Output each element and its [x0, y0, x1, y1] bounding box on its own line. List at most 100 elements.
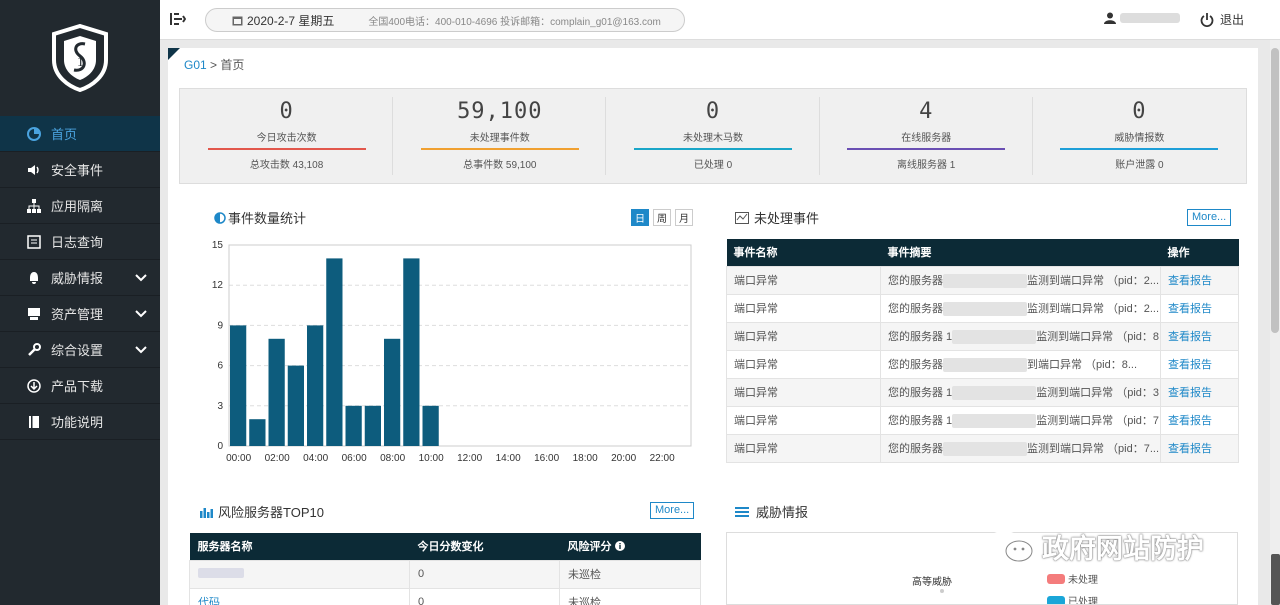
table-row: 端口异常 您的服务器 1 监测到端口异常 （pid：3... 查看报告	[726, 377, 1239, 407]
half-circle-icon	[214, 211, 226, 224]
risk-servers-table: 服务器名称 今日分数变化 风险评分 0 未巡检 代码 0 未巡检	[189, 533, 701, 605]
y-tick-label: 12	[212, 280, 224, 291]
sidebar-item-label: 资产管理	[51, 307, 104, 322]
score-change: 0	[409, 559, 560, 589]
summary-suffix: 监测到端口异常 （pid：7...	[1027, 442, 1160, 455]
bar-09:00	[403, 258, 420, 446]
bar-06:00	[345, 405, 362, 446]
view-report-link[interactable]: 查看报告	[1168, 415, 1212, 427]
tab-month[interactable]: 月	[675, 209, 693, 226]
sidebar-item-function-help[interactable]: 功能说明	[0, 404, 160, 440]
column-header: 服务器名称	[189, 533, 410, 560]
log-icon	[26, 234, 42, 250]
stat-label: 威胁情报数	[1114, 133, 1165, 144]
sidebar-toggle-icon[interactable]	[170, 11, 186, 27]
legend-item-unhandled[interactable]: 未处理	[1047, 571, 1098, 586]
stat-value: 0	[1132, 99, 1147, 124]
sidebar-item-log-query[interactable]: 日志查询	[0, 224, 160, 260]
stat-unhandled-events: 59,100 未处理事件数 总事件数 59,100	[393, 89, 607, 183]
sidebar-item-security-events[interactable]: 安全事件	[0, 152, 160, 188]
unhandled-events-table: 事件名称 事件摘要 操作 端口异常 您的服务器 监测到端口异常 （pid：2...…	[726, 239, 1239, 463]
sidebar-item-label: 首页	[51, 127, 78, 142]
side-widget[interactable]	[1271, 554, 1280, 605]
table-row: 端口异常 您的服务器 监测到端口异常 （pid：2... 查看报告	[726, 293, 1239, 323]
event-name: 端口异常	[726, 405, 881, 435]
server-link[interactable]	[198, 567, 244, 581]
list-icon	[735, 506, 749, 517]
view-report-link[interactable]: 查看报告	[1168, 331, 1212, 343]
shield-logo-icon: 1	[52, 24, 108, 92]
sidebar-item-settings[interactable]: 综合设置	[0, 332, 160, 368]
x-tick-label: 02:00	[265, 453, 290, 464]
event-summary: 您的服务器 1 监测到端口异常 （pid：7...	[880, 405, 1161, 435]
table-header-row: 事件名称 事件摘要 操作	[726, 239, 1239, 266]
server-link[interactable]: 代码	[198, 597, 220, 605]
table-row: 代码 0 未巡检	[189, 587, 701, 605]
logout-label: 退出	[1220, 13, 1245, 27]
bar-02:00	[268, 338, 285, 446]
risk-score: 未巡检	[559, 587, 701, 605]
view-report-link[interactable]: 查看报告	[1168, 275, 1212, 287]
summary-suffix: 监测到端口异常 （pid：3...	[1036, 386, 1161, 399]
radar-chart-outline	[940, 589, 944, 593]
event-name: 端口异常	[726, 433, 881, 463]
sidebar: 1 首页 安全事件 应用隔离 日志查询 威胁情报 资产管理 综合设置 产品下载 …	[0, 0, 160, 605]
y-tick-label: 3	[217, 401, 223, 412]
stat-value: 0	[705, 99, 721, 124]
x-tick-label: 18:00	[573, 453, 598, 464]
column-header: 今日分数变化	[409, 533, 560, 560]
tab-week[interactable]: 周	[653, 209, 671, 226]
view-report-link[interactable]: 查看报告	[1168, 443, 1212, 455]
view-report-link[interactable]: 查看报告	[1168, 359, 1212, 371]
table-header-row: 服务器名称 今日分数变化 风险评分	[189, 533, 701, 560]
risk-servers-title: 风险服务器TOP10	[199, 502, 324, 521]
view-report-link[interactable]: 查看报告	[1168, 303, 1212, 315]
user-menu[interactable]	[1104, 12, 1180, 24]
event-action: 查看报告	[1160, 433, 1239, 463]
threat-intel-title-text: 威胁情报	[756, 505, 809, 520]
sidebar-item-app-isolation[interactable]: 应用隔离	[0, 188, 160, 224]
x-tick-label: 08:00	[380, 453, 405, 464]
stat-accent-bar	[847, 148, 1006, 150]
breadcrumb-root-link[interactable]: G01	[184, 58, 207, 72]
risk-more-button[interactable]: More...	[650, 502, 695, 519]
chevron-down-icon	[135, 274, 147, 282]
sidebar-item-product-download[interactable]: 产品下载	[0, 368, 160, 404]
stat-value: 4	[919, 99, 934, 124]
sidebar-item-threat-intel[interactable]: 威胁情报	[0, 260, 160, 296]
watermark-text: 政府网站防护	[1042, 534, 1204, 565]
wechat-watermark: 政府网站防护	[986, 527, 1204, 566]
x-tick-label: 16:00	[534, 453, 559, 464]
period-switch: 日 周 月	[627, 209, 693, 226]
page-scrollbar[interactable]	[1270, 40, 1280, 605]
bar-04:00	[307, 325, 324, 446]
stat-sub: 已处理 0	[693, 160, 733, 171]
scrollbar-thumb[interactable]	[1271, 48, 1279, 333]
legend-item-handled[interactable]: 已处理	[1047, 593, 1098, 604]
sidebar-item-asset-management[interactable]: 资产管理	[0, 296, 160, 332]
masked-ip	[943, 274, 1027, 289]
summary-suffix: 监测到端口异常 （pid：2...	[1027, 302, 1160, 315]
book-icon	[26, 414, 42, 430]
column-header: 事件摘要	[880, 239, 1161, 266]
logout-button[interactable]: 退出	[1200, 11, 1244, 28]
bell-icon	[26, 270, 42, 286]
current-date: 2020-2-7 星期五	[247, 13, 335, 28]
summary-prefix: 您的服务器 1	[888, 330, 953, 343]
event-summary: 您的服务器 监测到端口异常 （pid：7...	[880, 433, 1161, 463]
stat-sub: 账户泄露 0	[1115, 160, 1164, 171]
event-action: 查看报告	[1160, 293, 1239, 323]
chevron-down-icon	[135, 346, 147, 354]
unhandled-events-title-text: 未处理事件	[754, 211, 820, 226]
bar-01:00	[249, 419, 266, 446]
bar-10:00	[422, 405, 439, 446]
tab-day[interactable]: 日	[631, 209, 649, 226]
summary-suffix: 监测到端口异常 （pid：2...	[1027, 274, 1160, 287]
unhandled-more-button[interactable]: More...	[1187, 209, 1232, 226]
summary-suffix: 监测到端口异常 （pid：7...	[1036, 414, 1161, 427]
stat-value: 59,100	[457, 99, 543, 124]
view-report-link[interactable]: 查看报告	[1168, 387, 1212, 399]
sidebar-item-home[interactable]: 首页	[0, 116, 160, 152]
legend-swatch	[1047, 595, 1065, 604]
info-icon[interactable]	[614, 541, 625, 552]
